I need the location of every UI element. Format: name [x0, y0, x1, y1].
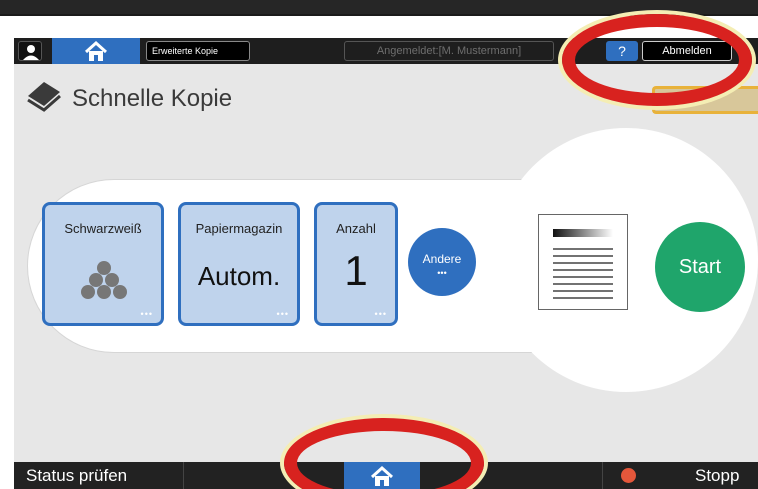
other-settings-more: •••: [437, 268, 447, 278]
color-dots-icon: [81, 261, 127, 299]
paper-tray-label: Papiermagazin: [195, 221, 283, 236]
paper-tray-more: •••: [276, 309, 289, 319]
check-status-button[interactable]: Status prüfen: [14, 462, 184, 489]
quantity-value: 1: [344, 247, 368, 294]
paper-tray-tile[interactable]: Papiermagazin Autom. •••: [178, 202, 300, 326]
quantity-more: •••: [374, 309, 387, 319]
login-status: Angemeldet:[M. Mustermann]: [344, 41, 554, 61]
highlight-ellipse-header: [562, 14, 752, 106]
color-mode-label: Schwarzweiß: [64, 221, 142, 236]
document-preview: [538, 214, 628, 310]
copy-stack-icon: [27, 82, 61, 112]
other-settings-button[interactable]: Andere •••: [408, 228, 476, 296]
quantity-label: Anzahl: [336, 221, 376, 236]
advanced-copy-button[interactable]: Erweiterte Kopie: [146, 41, 250, 61]
page-title: Schnelle Kopie: [72, 85, 233, 112]
home-button[interactable]: [52, 38, 140, 64]
stop-label: Stopp: [695, 466, 740, 485]
document-preview-icon: [553, 229, 613, 299]
stop-button[interactable]: Stopp: [602, 462, 758, 489]
color-mode-more: •••: [140, 309, 153, 319]
other-settings-label: Andere: [422, 252, 462, 266]
user-button[interactable]: [18, 41, 42, 61]
paper-tray-value: Autom.: [197, 261, 281, 291]
quantity-tile[interactable]: Anzahl 1 •••: [314, 202, 398, 326]
user-icon: [23, 45, 39, 60]
home-icon: [84, 40, 108, 61]
top-bezel-band: [0, 0, 758, 14]
color-mode-tile[interactable]: Schwarzweiß •••: [42, 202, 164, 326]
stop-icon: [621, 468, 636, 483]
start-button[interactable]: Start: [655, 222, 745, 312]
